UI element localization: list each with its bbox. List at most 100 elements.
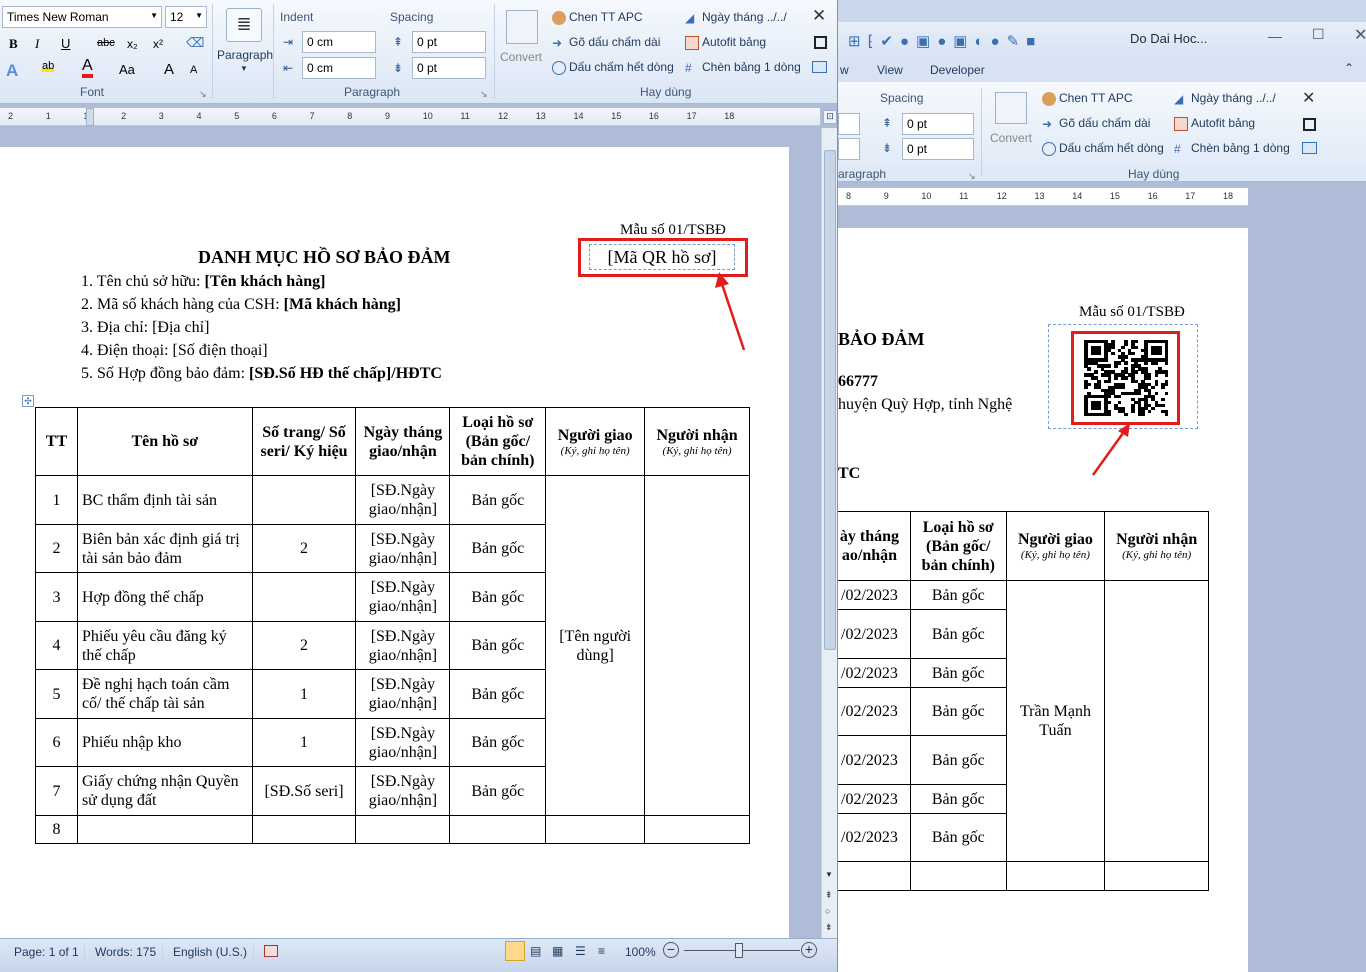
grow-font-button[interactable]: A [164, 61, 174, 78]
date-cell: /02/2023 [838, 784, 911, 814]
font-size-select[interactable]: 12 ▼ [165, 6, 207, 28]
zoom-thumb[interactable] [735, 943, 743, 958]
ruler-number: 8 [846, 191, 852, 201]
space-after-input[interactable]: 0 pt [412, 57, 486, 79]
go-dau-button[interactable]: ➜ Gõ dấu chấm dài [552, 35, 660, 50]
checkbox-icon[interactable] [1303, 118, 1316, 131]
panel-icon[interactable] [1302, 142, 1317, 154]
clear-format-icon[interactable]: ⌫ [186, 35, 204, 51]
person-icon [1042, 91, 1056, 106]
tab-view[interactable]: View [877, 63, 903, 77]
return-icon [1042, 141, 1056, 156]
vertical-scrollbar[interactable]: ▼ ⇞ ○ ⇟ [821, 128, 837, 938]
scroll-down-icon[interactable]: ▼ [825, 870, 833, 879]
checkbox-icon[interactable] [814, 36, 827, 49]
close-addin-icon[interactable]: ✕ [1302, 88, 1315, 108]
bold-button[interactable]: B [9, 36, 18, 52]
superscript-button[interactable]: x² [153, 37, 163, 51]
code-fragment: 66777 [838, 373, 878, 390]
font-group-label: Font [80, 85, 105, 99]
scroll-thumb[interactable] [824, 150, 836, 650]
zoom-level[interactable]: 100% [625, 945, 656, 959]
ruler-number: 6 [271, 111, 277, 121]
language[interactable]: English (U.S.) [173, 945, 247, 959]
next-page-icon[interactable]: ⇟ [825, 922, 833, 933]
qr-placeholder[interactable]: [Mã QR hồ sơ] [589, 244, 735, 270]
zoom-out-icon[interactable]: − [663, 942, 679, 958]
table-row: 8 [35, 815, 750, 844]
shrink-font-button[interactable]: A [190, 64, 197, 76]
quick-access-icons[interactable]: ⊞⁅✔●▣●▣◐●✎■ [848, 32, 1042, 50]
indent-marker[interactable] [86, 108, 94, 126]
space-before-input[interactable]: 0 pt [412, 31, 486, 53]
close-addin-icon[interactable]: ✕ [812, 6, 826, 26]
strike-button[interactable]: abc [97, 37, 115, 49]
ngay-thang-button[interactable]: ◢ Ngày tháng ../../ [1174, 91, 1276, 106]
convert-button[interactable]: Convert [990, 131, 1032, 145]
font-name-select[interactable]: Times New Roman ▼ [2, 6, 162, 28]
italic-button[interactable]: I [35, 36, 39, 52]
page-count[interactable]: Page: 1 of 1 [14, 945, 79, 959]
chen-bang-button[interactable]: # Chèn bảng 1 dòng [1174, 141, 1290, 156]
indent-right-input[interactable]: 0 cm [302, 57, 376, 79]
word-count[interactable]: Words: 175 [95, 945, 156, 959]
view-ruler-icon[interactable]: ⊡ [823, 110, 837, 124]
dau-cham-button[interactable]: Dấu chấm hết dòng [552, 60, 674, 75]
browse-object-icon[interactable]: ○ [825, 906, 830, 916]
ngay-thang-button[interactable]: ◢ Ngày tháng ../../ [685, 10, 787, 25]
convert-button[interactable]: Convert [500, 50, 542, 64]
date-cell: /02/2023 [838, 609, 911, 659]
chen-tt-button[interactable]: Chen TT APC [552, 10, 643, 25]
status-bar: Page: 1 of 1 Words: 175 English (U.S.) ▤… [0, 938, 837, 972]
change-case-button[interactable]: Aa [119, 62, 135, 77]
paragraph-button[interactable]: Paragraph [217, 48, 273, 62]
highlight-icon[interactable]: ab [42, 60, 55, 72]
underline-button[interactable]: U [61, 36, 70, 51]
outline-icon[interactable]: ☰ [575, 944, 586, 958]
web-layout-icon[interactable]: ▦ [552, 944, 563, 958]
dau-cham-button[interactable]: Dấu chấm hết dòng [1042, 141, 1164, 156]
go-dau-button[interactable]: ➜ Gõ dấu chấm dài [1042, 116, 1150, 131]
header-loai: Loại hồ sơ (Bản gốc/ bản chính) [909, 511, 1007, 581]
chen-bang-button[interactable]: # Chèn bảng 1 dòng [685, 60, 801, 75]
minimize-icon[interactable]: — [1268, 28, 1282, 44]
space-before-input[interactable]: 0 pt [902, 113, 974, 135]
indent-left-input[interactable]: 0 cm [302, 31, 376, 53]
dialog-launcher-icon[interactable]: ↘ [480, 89, 488, 100]
autofit-button[interactable]: Autofit bảng [1174, 116, 1255, 131]
ruler-number: 10 [921, 191, 932, 201]
window2-ribbon-tabs: w View Developer ⌃ [838, 58, 1366, 82]
zoom-in-icon[interactable]: + [801, 942, 817, 958]
collapse-ribbon-icon[interactable]: ⌃ [1344, 61, 1354, 75]
spin-partial-2[interactable] [838, 138, 860, 160]
prev-page-icon[interactable]: ⇞ [825, 890, 833, 901]
ruler-number: 14 [573, 111, 584, 121]
font-color-icon[interactable]: A [82, 58, 93, 78]
grid-icon: # [685, 60, 692, 75]
table-move-handle-icon[interactable]: ✣ [22, 395, 34, 407]
spin-partial-1[interactable] [838, 113, 860, 135]
paragraph-icon[interactable]: ≣ [226, 8, 262, 42]
convert-icon[interactable] [995, 92, 1027, 124]
space-after-input[interactable]: 0 pt [902, 138, 974, 160]
macro-record-icon[interactable] [264, 945, 278, 957]
text-effects-icon[interactable]: A [6, 61, 18, 81]
maximize-icon[interactable]: ☐ [1312, 26, 1325, 43]
nguoi-giao-cell: [Tên người dùng] [545, 475, 646, 816]
dialog-launcher-icon[interactable]: ↘ [199, 89, 207, 100]
full-screen-icon[interactable]: ▤ [530, 944, 541, 958]
ruler-number: 18 [1223, 191, 1234, 201]
address-fragment: huyện Quỳ Hợp, tỉnh Nghệ [838, 396, 1013, 413]
dialog-launcher-icon[interactable]: ↘ [968, 171, 976, 182]
convert-icon[interactable] [506, 10, 538, 44]
date-icon: ◢ [685, 10, 695, 25]
panel-icon[interactable] [812, 61, 827, 73]
close-icon[interactable]: ✕ [1354, 25, 1366, 45]
tab-partial[interactable]: w [840, 63, 849, 77]
chen-tt-button[interactable]: Chen TT APC [1042, 91, 1133, 106]
subscript-button[interactable]: x₂ [127, 37, 138, 51]
print-layout-icon[interactable] [505, 941, 525, 961]
draft-icon[interactable]: ≡ [598, 944, 605, 958]
tab-developer[interactable]: Developer [930, 63, 985, 77]
autofit-button[interactable]: Autofit bảng [685, 35, 766, 50]
